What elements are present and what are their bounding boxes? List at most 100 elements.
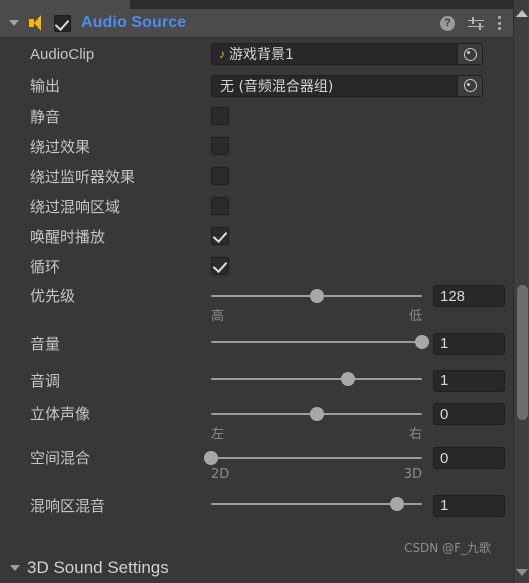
volume-slider[interactable] [211, 331, 429, 357]
triangle-down-icon [515, 568, 528, 576]
label-stereo-pan: 立体声像 [30, 405, 91, 423]
row-play-on-awake: 唤醒时播放 [0, 221, 513, 251]
reverb-zone-mix-slider[interactable] [211, 493, 422, 519]
3d-sound-settings-foldout[interactable]: 3D Sound Settings [0, 553, 513, 583]
label-spatial-blend: 空间混合 [30, 449, 91, 467]
row-volume: 音量 1 [0, 325, 513, 362]
priority-slider-thumb[interactable] [309, 289, 324, 303]
audio-clip-object-field[interactable]: ♪ 游戏背景1 [211, 43, 483, 65]
chevron-down-icon [9, 20, 19, 26]
component-body: AudioClip ♪ 游戏背景1 输出 无 (音频混合器组) 静音 绕过效果 … [0, 38, 513, 583]
spatial-blend-slider-thumb[interactable] [204, 451, 218, 465]
top-strip-left [0, 0, 130, 9]
stereo-pan-value-input[interactable]: 0 [433, 403, 505, 425]
chevron-down-icon [10, 565, 20, 571]
volume-value-input[interactable]: 1 [433, 332, 505, 355]
label-volume: 音量 [30, 335, 61, 353]
priority-slider-min-label: 高 [211, 309, 225, 324]
output-value: 无 (音频混合器组) [220, 78, 334, 95]
stereo-pan-slider-min-label: 左 [211, 427, 225, 442]
loop-checkbox[interactable] [211, 257, 229, 275]
label-output: 输出 [30, 77, 61, 95]
stereo-pan-slider-endpoints: 左右 [211, 423, 422, 442]
bypass-effects-checkbox[interactable] [211, 137, 229, 155]
priority-slider[interactable]: 高低 [211, 285, 422, 324]
audio-clip-value: 游戏背景1 [229, 47, 294, 63]
preset-icon[interactable] [468, 16, 484, 31]
pitch-slider-track[interactable] [211, 377, 422, 380]
label-pitch: 音调 [30, 372, 61, 390]
label-bypass-reverb-zones: 绕过混响区域 [30, 197, 121, 216]
label-audio-clip: AudioClip [30, 45, 95, 63]
output-object-field[interactable]: 无 (音频混合器组) [211, 74, 483, 97]
label-loop: 循环 [30, 257, 61, 276]
page-title: Audio Source [81, 14, 187, 31]
object-picker-icon [463, 47, 477, 61]
more-menu-icon[interactable] [497, 15, 501, 31]
speaker-icon-cone [34, 15, 41, 31]
volume-slider-thumb[interactable] [415, 334, 429, 349]
music-note-icon: ♪ [219, 47, 225, 61]
reverb-zone-mix-value-input[interactable]: 1 [433, 494, 505, 517]
stereo-pan-slider-thumb[interactable] [309, 407, 324, 421]
scroll-down-button[interactable] [514, 564, 529, 580]
header-actions: ? [440, 15, 501, 31]
stereo-pan-slider-max-label: 右 [408, 427, 422, 442]
slider-section: 优先级高低 128 音量 1 音调 1 立体声像左右 0 空间混合 2D 3D 0 混响区混音 1 [0, 281, 513, 524]
component-foldout-toggle[interactable] [6, 20, 22, 26]
component-enabled-checkbox[interactable] [54, 14, 71, 32]
row-bypass-listener-effects: 绕过监听器效果 [0, 161, 513, 191]
label-bypass-effects: 绕过效果 [30, 137, 91, 156]
label-play-on-awake: 唤醒时播放 [30, 227, 106, 246]
speaker-icon [26, 13, 46, 33]
priority-slider-endpoints: 高低 [211, 305, 422, 324]
spatial-blend-value-input[interactable]: 0 [433, 447, 505, 469]
row-loop: 循环 [0, 251, 513, 281]
help-icon[interactable]: ? [440, 15, 455, 31]
pitch-slider-thumb[interactable] [341, 371, 356, 386]
spatial-blend-slider[interactable]: 2D 3D [204, 447, 422, 482]
row-reverb-zone-mix: 混响区混音 1 [0, 487, 513, 524]
row-bypass-effects: 绕过效果 [0, 131, 513, 161]
spatial-blend-slider-max-label: 3D [403, 467, 422, 482]
audio-clip-picker-button[interactable] [457, 44, 482, 64]
top-strip-right [130, 0, 529, 9]
volume-slider-track[interactable] [211, 340, 422, 343]
mute-checkbox[interactable] [211, 107, 229, 125]
play-on-awake-checkbox[interactable] [211, 227, 229, 245]
scroll-up-button[interactable] [514, 5, 529, 21]
label-reverb-zone-mix: 混响区混音 [30, 497, 106, 515]
pitch-slider[interactable] [211, 368, 422, 394]
row-audio-clip: AudioClip ♪ 游戏背景1 [0, 38, 513, 70]
component-header[interactable]: Audio Source ? [0, 9, 513, 38]
spatial-blend-slider-endpoints: 2D 3D [211, 467, 422, 482]
reverb-zone-mix-slider-thumb[interactable] [389, 496, 404, 511]
label-mute: 静音 [30, 107, 61, 126]
label-bypass-listener-effects: 绕过监听器效果 [30, 167, 136, 186]
3d-sound-settings-label: 3D Sound Settings [27, 558, 169, 577]
priority-slider-max-label: 低 [408, 309, 422, 324]
inspector-panel: Audio Source ? AudioClip ♪ 游戏背景1 输出 无 (音… [0, 0, 529, 583]
stereo-pan-slider[interactable]: 左右 [211, 403, 422, 442]
row-spatial-blend: 空间混合 2D 3D 0 [0, 443, 513, 487]
row-priority: 优先级高低 128 [0, 281, 513, 325]
row-output: 输出 无 (音频混合器组) [0, 70, 513, 101]
bypass-listener-effects-checkbox[interactable] [211, 167, 229, 185]
scrollbar-thumb[interactable] [517, 285, 528, 420]
priority-value-input[interactable]: 128 [433, 285, 505, 307]
pitch-value-input[interactable]: 1 [433, 369, 505, 392]
spatial-blend-slider-min-label: 2D [211, 467, 230, 482]
row-bypass-reverb-zones: 绕过混响区域 [0, 191, 513, 221]
row-pitch: 音调 1 [0, 362, 513, 399]
output-picker-button[interactable] [457, 75, 482, 96]
bypass-reverb-zones-checkbox[interactable] [211, 197, 229, 215]
vertical-scrollbar[interactable] [513, 0, 529, 583]
label-priority: 优先级 [30, 287, 76, 305]
triangle-up-icon [515, 9, 528, 17]
row-mute: 静音 [0, 101, 513, 131]
check-icon [54, 15, 70, 31]
object-picker-icon [463, 79, 477, 92]
row-stereo-pan: 立体声像左右 0 [0, 399, 513, 443]
window-top-strip [0, 0, 529, 9]
spatial-blend-slider-track[interactable] [211, 457, 422, 459]
